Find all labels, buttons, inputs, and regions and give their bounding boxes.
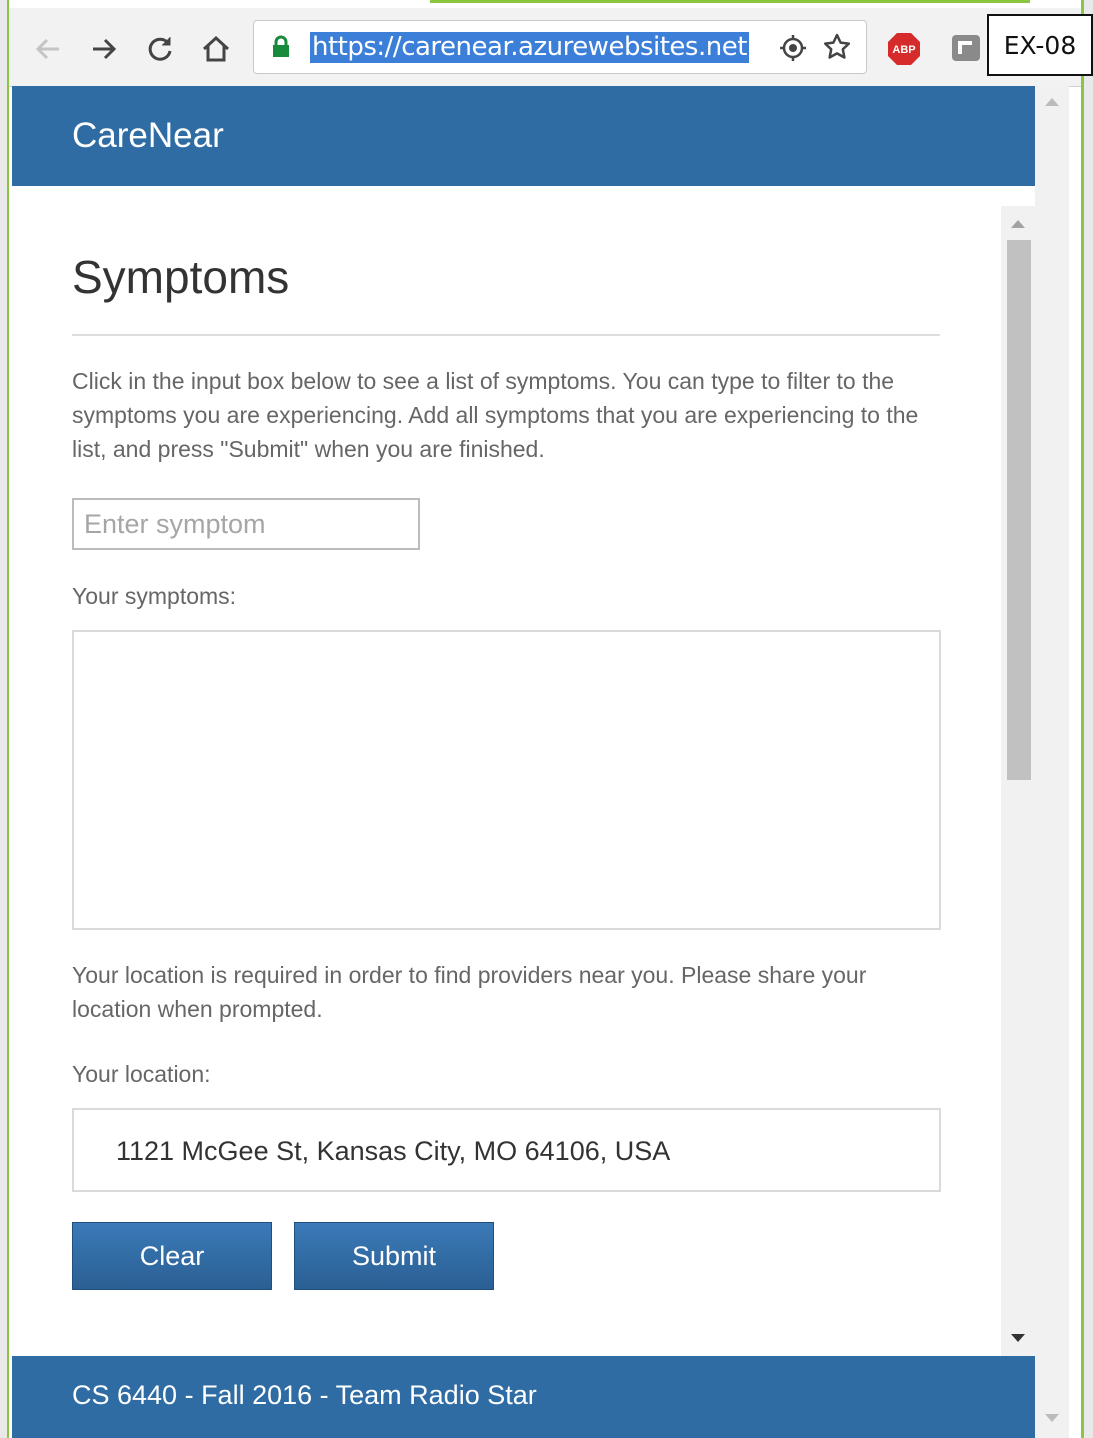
forward-button[interactable] (87, 32, 121, 66)
screenshot-tag: EX-08 (987, 14, 1093, 76)
page-footer: CS 6440 - Fall 2016 - Team Radio Star (12, 1356, 1035, 1438)
reload-icon (148, 37, 172, 61)
browser-toolbar: https://carenear.azurewebsites.net ABP (9, 8, 1081, 87)
brand-logo[interactable]: CareNear (72, 116, 224, 156)
scroll-up-arrow-icon[interactable] (1045, 96, 1059, 106)
bookmark-star-icon[interactable] (822, 32, 852, 62)
forward-arrow-icon (93, 38, 117, 60)
footer-text: CS 6440 - Fall 2016 - Team Radio Star (72, 1380, 537, 1410)
location-field: 1121 McGee St, Kansas City, MO 64106, US… (72, 1108, 941, 1192)
symptom-list[interactable] (72, 630, 941, 930)
adblock-icon[interactable]: ABP (887, 32, 921, 66)
extension-icon[interactable] (951, 34, 981, 62)
scroll-down-arrow-icon[interactable] (1045, 1414, 1059, 1424)
back-arrow-icon (35, 38, 59, 60)
url-text[interactable]: https://carenear.azurewebsites.net (310, 32, 749, 63)
app-header: CareNear (12, 86, 1035, 186)
clear-button[interactable]: Clear (72, 1222, 272, 1290)
page-title: Symptoms (72, 251, 290, 303)
symptom-instructions: Click in the input box below to see a li… (72, 368, 919, 462)
title-divider (72, 334, 940, 336)
home-icon (202, 35, 230, 62)
lock-icon (273, 35, 289, 57)
location-label: Your location: (72, 1061, 211, 1087)
window-frame-right (1081, 0, 1093, 1438)
window-frame-left (0, 0, 9, 1438)
adblock-badge-text: ABP (892, 44, 915, 56)
back-button[interactable] (31, 32, 65, 66)
outer-scrollbar[interactable] (1035, 86, 1069, 1438)
reload-button[interactable] (143, 32, 177, 66)
location-note: Your location is required in order to fi… (72, 962, 867, 1022)
address-bar[interactable]: https://carenear.azurewebsites.net (253, 20, 867, 74)
home-button[interactable] (199, 32, 233, 66)
content-scrollbar[interactable] (1001, 206, 1035, 1356)
scrollbar-thumb[interactable] (1007, 240, 1031, 780)
submit-button[interactable]: Submit (294, 1222, 494, 1290)
symptom-input[interactable] (72, 498, 420, 550)
location-target-icon[interactable] (778, 33, 808, 63)
scroll-up-arrow-icon[interactable] (1011, 218, 1025, 228)
symptoms-label: Your symptoms: (72, 583, 237, 609)
location-value: 1121 McGee St, Kansas City, MO 64106, US… (116, 1136, 671, 1166)
scroll-down-arrow-icon[interactable] (1011, 1334, 1025, 1344)
